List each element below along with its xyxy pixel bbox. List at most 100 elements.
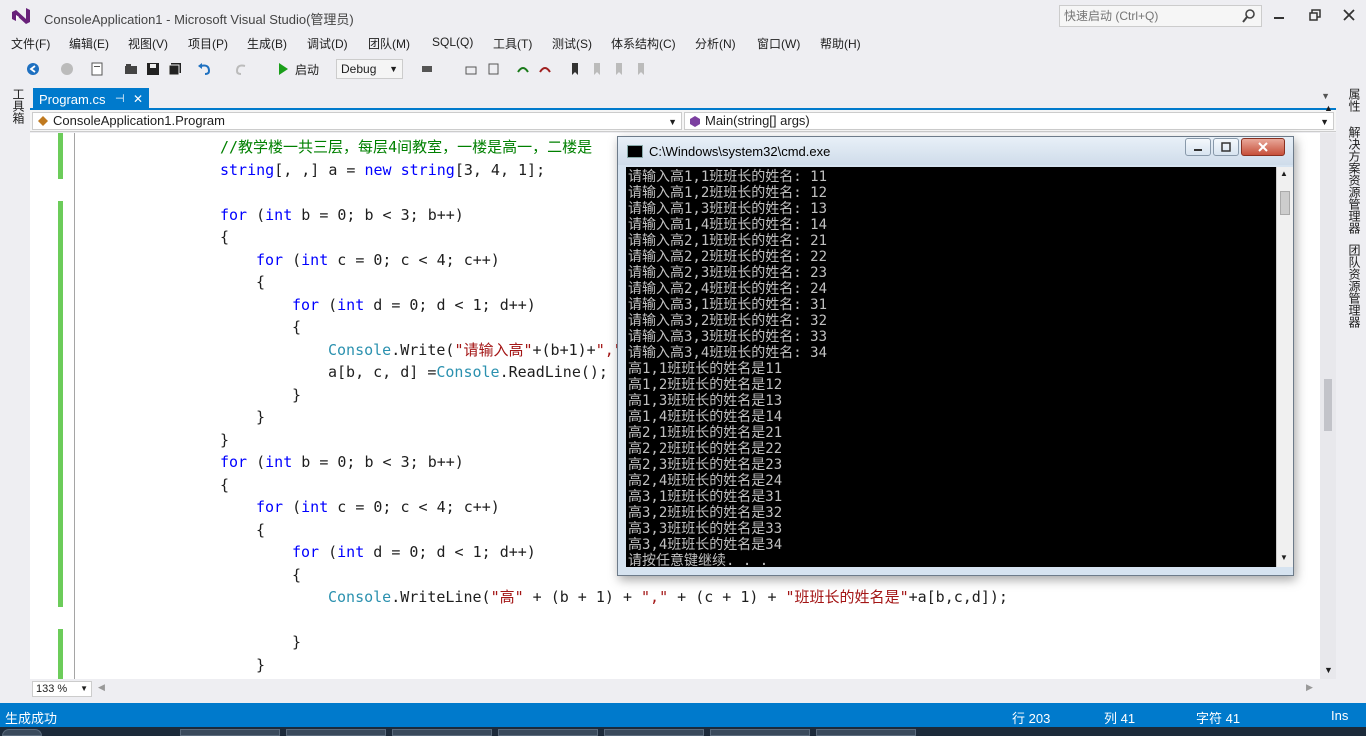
console-maximize-button[interactable] <box>1213 138 1239 156</box>
solution-explorer-tab[interactable]: 解决方案资源管理器 <box>1346 126 1363 234</box>
code-line: { <box>256 273 265 291</box>
quick-launch-box[interactable] <box>1059 5 1262 27</box>
menu-file[interactable]: 文件(F) <box>11 35 50 52</box>
taskbar-button[interactable] <box>604 729 704 736</box>
undo-button[interactable] <box>196 59 214 79</box>
chevron-down-icon: ▼ <box>668 117 677 127</box>
menu-sql[interactable]: SQL(Q) <box>432 35 473 49</box>
console-line: 请输入高2,4班班长的姓名: 24 <box>628 281 828 297</box>
tab-program-cs[interactable]: Program.cs ⊣ ✕ <box>33 88 149 110</box>
code-token: [, ,] a = <box>274 160 365 179</box>
console-close-button[interactable] <box>1241 138 1285 156</box>
code-token: for <box>292 543 320 561</box>
taskbar-button[interactable] <box>180 729 280 736</box>
menu-architecture[interactable]: 体系结构(C) <box>611 35 676 52</box>
forward-button[interactable] <box>58 59 76 79</box>
properties-tab[interactable]: 属性 <box>1346 88 1363 112</box>
quick-launch-input[interactable] <box>1064 8 1234 24</box>
scroll-down-icon[interactable]: ▼ <box>1324 665 1333 675</box>
scroll-thumb[interactable] <box>1324 379 1332 431</box>
scroll-left-icon[interactable]: ◀ <box>98 682 105 693</box>
restore-button[interactable] <box>1302 5 1328 25</box>
menu-tools[interactable]: 工具(T) <box>493 35 532 52</box>
changed-lines-marker <box>58 629 63 679</box>
menu-analyze[interactable]: 分析(N) <box>695 35 736 52</box>
close-button[interactable] <box>1336 5 1362 25</box>
member-dropdown[interactable]: Main(string[] args) ▼ <box>684 112 1334 130</box>
scroll-up-icon[interactable]: ▲ <box>1280 169 1288 178</box>
scroll-down-icon[interactable]: ▼ <box>1280 553 1288 562</box>
next-bookmark-button[interactable] <box>610 59 628 79</box>
outline-button[interactable] <box>484 59 502 79</box>
window-title: ConsoleApplication1 - Microsoft Visual S… <box>44 12 354 27</box>
start-orb[interactable] <box>2 729 42 736</box>
scroll-right-icon[interactable]: ▶ <box>1306 682 1313 693</box>
zoom-level-dropdown[interactable]: 133 % ▼ <box>32 681 92 697</box>
tab-list-chevron-icon[interactable]: ▼ <box>1321 91 1330 101</box>
menu-view[interactable]: 视图(V) <box>128 35 168 52</box>
code-token: } <box>256 408 266 426</box>
console-window[interactable]: C:\Windows\system32\cmd.exe 请输入高1,1班班长的姓… <box>617 136 1294 576</box>
console-output[interactable]: 请输入高1,1班班长的姓名: 11 请输入高1,2班班长的姓名: 12 请输入高1,… <box>626 167 1276 567</box>
code-token: [3, 4, 1]; <box>454 160 546 179</box>
console-line: 请输入高1,4班班长的姓名: 14 <box>628 217 828 233</box>
menu-test[interactable]: 测试(S) <box>552 35 592 52</box>
class-dropdown[interactable]: ConsoleApplication1.Program ▼ <box>32 112 682 130</box>
toolbox-tab[interactable]: 工具箱 <box>10 88 27 124</box>
bookmark-next-button[interactable] <box>536 59 554 79</box>
attach-button[interactable] <box>418 59 436 79</box>
open-file-button[interactable] <box>122 59 140 79</box>
minimize-icon <box>1194 149 1202 151</box>
prev-bookmark-icon <box>594 63 600 75</box>
changed-lines-marker <box>58 133 63 179</box>
save-button[interactable] <box>144 59 162 79</box>
code-token: { <box>220 228 230 246</box>
undo-icon <box>198 63 211 75</box>
tab-close-icon[interactable]: ✕ <box>133 92 143 106</box>
taskbar-button[interactable] <box>816 729 916 736</box>
navigation-bar: ConsoleApplication1.Program ▼ Main(strin… <box>30 110 1336 132</box>
menu-project[interactable]: 项目(P) <box>188 35 228 52</box>
menu-debug[interactable]: 调试(D) <box>307 35 348 52</box>
menu-window[interactable]: 窗口(W) <box>757 35 800 52</box>
code-token: .Write( <box>391 340 455 359</box>
new-project-icon <box>91 62 103 76</box>
menu-edit[interactable]: 编辑(E) <box>69 35 109 52</box>
back-button[interactable] <box>24 59 42 79</box>
editor-vertical-scrollbar[interactable]: ▲ ▼ <box>1320 103 1336 679</box>
scroll-up-icon[interactable]: ▲ <box>1324 103 1333 113</box>
console-title-bar[interactable]: C:\Windows\system32\cmd.exe <box>618 137 1293 165</box>
new-project-button[interactable] <box>88 59 106 79</box>
code-token: c = 0; c < 4; c++) <box>328 498 500 516</box>
console-scrollbar[interactable]: ▲ ▼ <box>1276 167 1293 567</box>
menu-team[interactable]: 团队(M) <box>368 35 410 52</box>
find-in-files-button[interactable] <box>462 59 480 79</box>
code-token: ( <box>319 295 338 314</box>
save-all-button[interactable] <box>166 59 184 79</box>
pin-icon[interactable]: ⊣ <box>115 92 125 105</box>
console-line: 高1,1班班长的姓名是11 <box>628 361 783 377</box>
code-token: } <box>292 385 302 404</box>
minimize-button[interactable] <box>1266 5 1292 25</box>
bookmark-prev-button[interactable] <box>514 59 532 79</box>
console-minimize-button[interactable] <box>1185 138 1211 156</box>
taskbar-button[interactable] <box>498 729 598 736</box>
status-column: 列 41 <box>1104 711 1136 726</box>
taskbar-button[interactable] <box>286 729 386 736</box>
prev-bookmark-button[interactable] <box>588 59 606 79</box>
taskbar-button[interactable] <box>392 729 492 736</box>
bookmark-button[interactable] <box>566 59 584 79</box>
menu-help[interactable]: 帮助(H) <box>820 35 861 52</box>
taskbar-button[interactable] <box>710 729 810 736</box>
code-line: a[b, c, d] =Console.ReadLine(); <box>328 363 608 381</box>
console-line: 高2,3班班长的姓名是23 <box>628 457 783 473</box>
windows-taskbar <box>0 727 1366 736</box>
team-explorer-tab[interactable]: 团队资源管理器 <box>1346 244 1363 328</box>
start-debugging-button[interactable]: 启动 <box>276 59 324 79</box>
menu-build[interactable]: 生成(B) <box>247 35 287 52</box>
solution-configuration-dropdown[interactable]: Debug ▼ <box>336 59 403 79</box>
redo-button[interactable] <box>232 59 250 79</box>
clear-bookmarks-button[interactable] <box>632 59 650 79</box>
console-scroll-thumb[interactable] <box>1280 191 1290 215</box>
console-line: 高3,3班班长的姓名是33 <box>628 521 783 537</box>
